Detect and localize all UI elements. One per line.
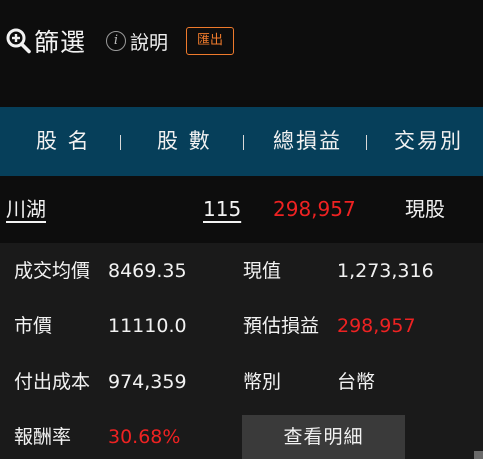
table-row[interactable]: 川湖 115 298,957 現股 (0, 176, 483, 243)
est-profit-value: 298,957 (337, 315, 416, 337)
market-price-value: 11110.0 (108, 315, 187, 337)
toolbar: 篩選 i 說明 匯出 (0, 0, 483, 82)
current-value: 1,273,316 (337, 260, 434, 282)
return-rate-value: 30.68% (108, 426, 181, 448)
avg-cost-value: 8469.35 (108, 260, 187, 282)
cost-label: 付出成本 (14, 371, 91, 393)
export-button[interactable]: 匯出 (186, 27, 234, 55)
help-label: 說明 (130, 31, 169, 54)
est-profit-label: 預估損益 (243, 315, 320, 337)
avg-cost-label: 成交均價 (14, 260, 91, 282)
trade-type-value: 現股 (405, 197, 445, 221)
filter-label: 篩選 (34, 28, 87, 57)
header-divider (243, 135, 244, 150)
return-rate-label: 報酬率 (14, 426, 72, 448)
stock-name-link[interactable]: 川湖 (6, 176, 46, 243)
currency-value: 台幣 (337, 371, 376, 393)
currency-label: 幣別 (243, 371, 282, 393)
header-total-profit: 總損益 (273, 129, 342, 153)
help-button[interactable]: i 說明 (106, 29, 169, 54)
table-header: 股 名 股 數 總損益 交易別 (0, 107, 483, 176)
scrollbar-thumb[interactable] (474, 451, 483, 459)
info-icon: i (106, 31, 126, 51)
header-divider (120, 135, 121, 150)
market-price-label: 市價 (14, 315, 53, 337)
view-details-button[interactable]: 查看明細 (242, 415, 405, 459)
cost-value: 974,359 (108, 371, 187, 393)
shares-link[interactable]: 115 (203, 176, 241, 243)
header-shares: 股 數 (157, 129, 212, 153)
current-value-label: 現值 (243, 260, 282, 282)
detail-panel: 成交均價 8469.35 現值 1,273,316 市價 11110.0 預估損… (0, 243, 483, 459)
total-profit-value: 298,957 (273, 197, 356, 221)
header-stock-name: 股 名 (36, 129, 91, 153)
header-divider (366, 135, 367, 150)
zoom-plus-icon (6, 28, 31, 54)
filter-button[interactable]: 篩選 (6, 26, 87, 57)
header-trade-type: 交易別 (394, 129, 463, 153)
